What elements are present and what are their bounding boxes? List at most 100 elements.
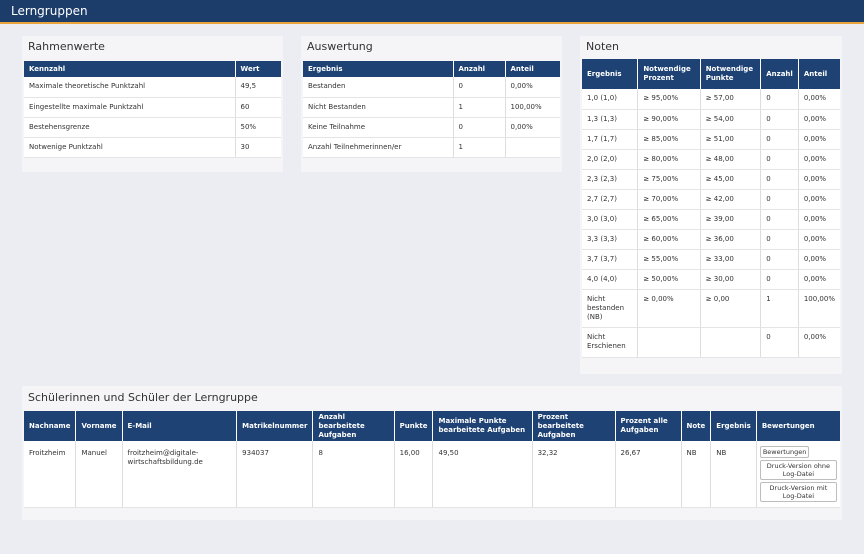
col-anteil: Anteil: [798, 59, 840, 89]
table-row: Froitzheim Manuel froitzheim@digitale-wi…: [24, 441, 840, 508]
druck-ohne-log-button[interactable]: Druck-Version ohne Log-Datei: [759, 460, 837, 480]
table-row: 3,0 (3,0) ≥ 65,00% ≥ 39,00 0 0,00%: [582, 209, 840, 230]
cell: 0: [453, 77, 506, 98]
col-anzahl: Anzahl: [453, 61, 506, 77]
cell-ergebnis: Nicht bestanden (NB): [582, 289, 639, 328]
cell-anteil: 0,00%: [798, 169, 840, 190]
cell-punkte: ≥ 33,00: [700, 249, 762, 270]
cell: Nicht Bestanden: [303, 97, 454, 118]
cell-prozent: ≥ 70,00%: [637, 189, 701, 210]
cell-ergebnis: 2,7 (2,7): [582, 189, 639, 210]
col-bewertungen: Bewertungen: [756, 411, 840, 441]
page-title: Lerngruppen: [11, 4, 88, 18]
cell-anzahl: 0: [760, 109, 799, 130]
cell-anzahl: 0: [760, 89, 799, 110]
table-row: 1,7 (1,7) ≥ 85,00% ≥ 51,00 0 0,00%: [582, 129, 840, 150]
col-matrikelnummer: Matrikelnummer: [236, 411, 314, 441]
cell-prozent: ≥ 95,00%: [637, 89, 701, 110]
cell: 0,00%: [505, 117, 560, 138]
cell-ergebnis: 3,7 (3,7): [582, 249, 639, 270]
table-row: 3,7 (3,7) ≥ 55,00% ≥ 33,00 0 0,00%: [582, 249, 840, 270]
rahmenwerte-table: Kennzahl Wert Maximale theoretische Punk…: [24, 61, 281, 158]
cell-anzahl: 0: [760, 169, 799, 190]
col-nachname: Nachname: [24, 411, 77, 441]
table-row: Keine Teilnahme 0 0,00%: [303, 117, 560, 138]
cell-punkte: ≥ 30,00: [700, 269, 762, 290]
col-prozent-bearbeitete: Prozent bearbeitete Aufgaben: [532, 411, 616, 441]
cell-anteil: 0,00%: [798, 249, 840, 270]
col-ergebnis: Ergebnis: [303, 61, 454, 77]
cell-punkte: [700, 327, 762, 358]
table-row: 2,7 (2,7) ≥ 70,00% ≥ 42,00 0 0,00%: [582, 189, 840, 210]
cell-anteil: 0,00%: [798, 109, 840, 130]
bewertungen-button[interactable]: Bewertungen: [759, 446, 810, 458]
cell-prozent: ≥ 60,00%: [637, 229, 701, 250]
druck-mit-log-button[interactable]: Druck-Version mit Log-Datei: [759, 482, 837, 502]
cell-ergebnis: 1,0 (1,0): [582, 89, 639, 110]
noten-panel: Noten Ergebnis Notwendige Prozent Notwen…: [580, 36, 842, 374]
cell-prozent: ≥ 80,00%: [637, 149, 701, 170]
cell: 0: [453, 117, 506, 138]
cell-ergebnis: 4,0 (4,0): [582, 269, 639, 290]
cell: 100,00%: [505, 97, 560, 118]
rahmenwerte-panel: Rahmenwerte Kennzahl Wert Maximale theor…: [22, 36, 283, 172]
cell-prozent: ≥ 75,00%: [637, 169, 701, 190]
cell-punkte: ≥ 51,00: [700, 129, 762, 150]
col-wert: Wert: [235, 61, 281, 77]
table-row: Bestanden 0 0,00%: [303, 77, 560, 98]
cell: 49,5: [235, 77, 281, 98]
table-row: Anzahl Teilnehmerinnen/er 1: [303, 137, 560, 158]
cell-anteil: 0,00%: [798, 209, 840, 230]
cell-punkte: ≥ 36,00: [700, 229, 762, 250]
auswertung-title: Auswertung: [307, 40, 373, 53]
col-punkte: Punkte: [394, 411, 434, 441]
cell-punkte: ≥ 57,00: [700, 89, 762, 110]
cell: 30: [235, 137, 281, 158]
cell-anzahl: 0: [760, 269, 799, 290]
col-notwendige-punkte: Notwendige Punkte: [700, 59, 762, 89]
auswertung-table: Ergebnis Anzahl Anteil Bestanden 0 0,00% N…: [303, 61, 560, 158]
cell-maximale-punkte: 49,50: [432, 441, 533, 508]
schueler-title: Schülerinnen und Schüler der Lerngruppe: [28, 391, 258, 404]
cell-prozent: [637, 327, 701, 358]
col-note: Note: [681, 411, 712, 441]
cell-ergebnis: 2,3 (2,3): [582, 169, 639, 190]
noten-table: Ergebnis Notwendige Prozent Notwendige P…: [582, 59, 840, 358]
cell: 0,00%: [505, 77, 560, 98]
cell: Eingestellte maximale Punktzahl: [24, 97, 236, 118]
table-row: Nicht Erschienen 0 0,00%: [582, 327, 840, 358]
table-row: Nicht Bestanden 1 100,00%: [303, 97, 560, 118]
cell-prozent-bearbeitete: 32,32: [532, 441, 616, 508]
col-anzahl-bearbeitete-aufgaben: Anzahl bearbeitete Aufgaben: [312, 411, 395, 441]
cell-prozent: ≥ 65,00%: [637, 209, 701, 230]
cell-anteil: 0,00%: [798, 189, 840, 210]
cell-anteil: 0,00%: [798, 229, 840, 250]
cell-anzahl: 0: [760, 189, 799, 210]
cell: Notwenige Punktzahl: [24, 137, 236, 158]
cell-ergebnis: 3,3 (3,3): [582, 229, 639, 250]
col-anteil: Anteil: [505, 61, 560, 77]
table-row: Bestehensgrenze 50%: [24, 117, 281, 138]
cell: 60: [235, 97, 281, 118]
cell-punkte: ≥ 45,00: [700, 169, 762, 190]
table-row: 2,0 (2,0) ≥ 80,00% ≥ 48,00 0 0,00%: [582, 149, 840, 170]
cell-nachname: Froitzheim: [24, 441, 77, 508]
cell-anteil: 0,00%: [798, 269, 840, 290]
cell: 1: [453, 137, 506, 158]
cell-punkte: ≥ 42,00: [700, 189, 762, 210]
cell: 50%: [235, 117, 281, 138]
cell-anteil: 0,00%: [798, 327, 840, 358]
cell-vorname: Manuel: [75, 441, 123, 508]
cell-note: NB: [681, 441, 712, 508]
cell: Bestehensgrenze: [24, 117, 236, 138]
table-row: 1,3 (1,3) ≥ 90,00% ≥ 54,00 0 0,00%: [582, 109, 840, 130]
table-row: 4,0 (4,0) ≥ 50,00% ≥ 30,00 0 0,00%: [582, 269, 840, 290]
cell-anzahl: 0: [760, 249, 799, 270]
cell-anzahl: 0: [760, 327, 799, 358]
schueler-table: Nachname Vorname E-Mail Matrikelnummer A…: [24, 411, 840, 508]
table-row: Eingestellte maximale Punktzahl 60: [24, 97, 281, 118]
cell: Bestanden: [303, 77, 454, 98]
cell-ergebnis: 3,0 (3,0): [582, 209, 639, 230]
cell: Keine Teilnahme: [303, 117, 454, 138]
cell-ergebnis: 2,0 (2,0): [582, 149, 639, 170]
